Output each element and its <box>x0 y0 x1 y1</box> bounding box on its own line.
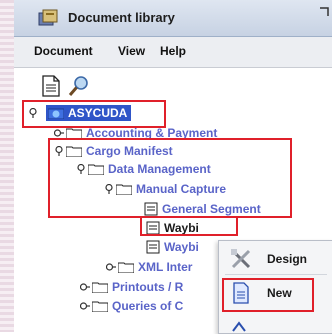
collapsed-handle-icon[interactable] <box>80 301 90 311</box>
design-tools-icon <box>231 249 251 269</box>
highlight-new <box>222 278 314 312</box>
window-corner-icon[interactable] <box>318 6 330 18</box>
highlight-asycuda <box>22 100 166 128</box>
menu-help[interactable]: Help <box>160 44 186 58</box>
highlight-cargo-path <box>48 138 292 218</box>
tree-node-printouts[interactable]: Printouts / R <box>80 278 183 296</box>
collapsed-handle-icon[interactable] <box>106 262 116 272</box>
submenu-arrow-icon <box>232 321 246 332</box>
folder-icon <box>118 262 134 273</box>
window-title: Document library <box>68 10 175 25</box>
context-menu-separator <box>225 274 327 275</box>
search-icon[interactable] <box>66 74 92 98</box>
window-titlebar: Document library <box>14 0 332 37</box>
menu-view[interactable]: View <box>118 44 145 58</box>
context-menu-label: Design <box>267 252 308 266</box>
highlight-waybill <box>140 216 238 236</box>
tree-node-label: Printouts / R <box>112 280 184 294</box>
context-menu-design[interactable]: Design <box>219 243 332 275</box>
tree-node-xml-interface[interactable]: XML Inter <box>106 258 192 276</box>
tree-node-label: Queries of C <box>112 299 184 313</box>
folder-icon <box>92 301 108 312</box>
background-strip <box>0 0 14 332</box>
collapsed-handle-icon[interactable] <box>54 128 64 138</box>
collapsed-handle-icon[interactable] <box>80 282 90 292</box>
folder-icon <box>92 282 108 293</box>
menu-document[interactable]: Document <box>34 44 93 58</box>
form-document-icon <box>146 240 160 254</box>
library-app-icon <box>38 9 58 26</box>
new-document-icon[interactable] <box>38 74 64 98</box>
tree-node-waybill[interactable]: Waybi <box>146 238 199 256</box>
menu-bar: Document View Help <box>14 37 332 68</box>
tree-node-label: Waybi <box>164 240 199 254</box>
toolbar <box>14 68 332 104</box>
tree-node-label: XML Inter <box>138 260 193 274</box>
tree-node-queries[interactable]: Queries of C <box>80 297 183 315</box>
